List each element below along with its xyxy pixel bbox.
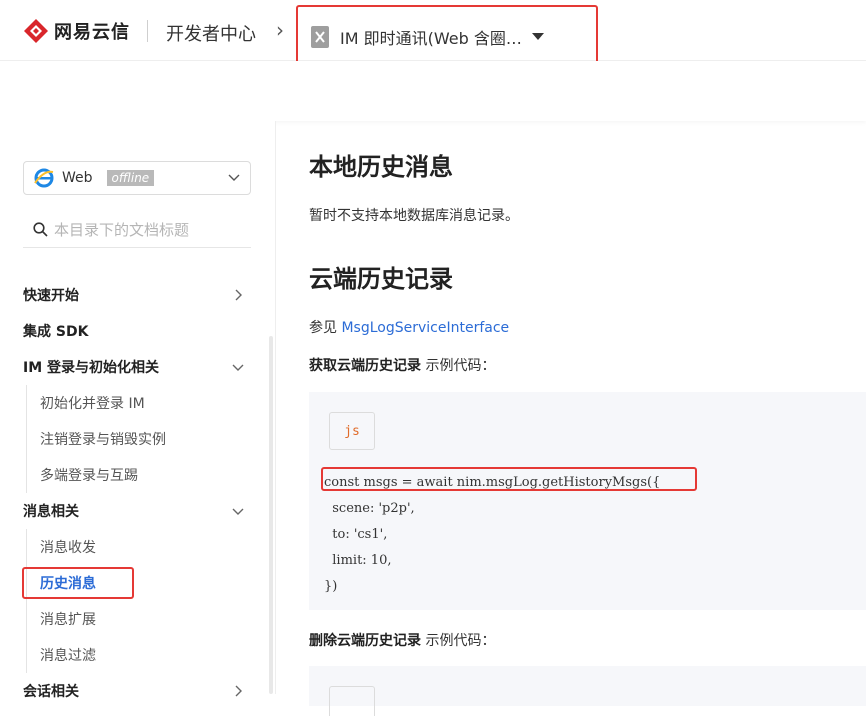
- sidebar-item-label: IM 登录与初始化相关: [23, 360, 160, 376]
- section-heading-cloud-history: 云端历史记录: [309, 265, 453, 293]
- chevron-right-icon: [235, 685, 242, 697]
- chevron-down-icon: [232, 364, 244, 371]
- example-label-get-history: 获取云端历史记录 示例代码：: [309, 355, 495, 375]
- sidebar-item-sessions[interactable]: 会话相关: [0, 673, 268, 709]
- code-line: limit: 10,: [324, 553, 392, 568]
- code-block-delete-history: [309, 666, 866, 716]
- brand-name: 网易云信: [54, 22, 130, 43]
- breadcrumb-chevron-icon: ›: [276, 18, 284, 42]
- sidebar-item-messages[interactable]: 消息相关: [0, 493, 268, 529]
- chevron-down-icon: [228, 174, 240, 181]
- sidebar-item-label: 消息过滤: [40, 648, 96, 664]
- sidebar-subitem-init-login[interactable]: 初始化并登录 IM: [0, 385, 268, 421]
- code-language-tab[interactable]: js: [329, 412, 375, 450]
- search-icon: [33, 222, 48, 237]
- sidebar-scrollbar[interactable]: [269, 336, 273, 694]
- chevron-down-icon: [232, 508, 244, 515]
- netease-yunxin-logo-icon: [24, 19, 48, 43]
- sidebar-subitem-send-receive[interactable]: 消息收发: [0, 529, 268, 565]
- sidebar-item-label: 快速开始: [23, 288, 79, 304]
- sidebar-item-label: 消息收发: [40, 540, 96, 556]
- secondary-bar: [0, 61, 866, 121]
- example-label-rest: 示例代码：: [421, 358, 496, 374]
- sidebar-subitem-extension[interactable]: 消息扩展: [0, 601, 268, 637]
- code-line: }): [324, 579, 338, 594]
- sidebar-nav: 快速开始 集成 SDK IM 登录与初始化相关 初始化并登录 IM 注销登录与销…: [0, 277, 268, 709]
- code-line: to: 'cs1',: [324, 527, 388, 542]
- reference-prefix: 参见: [309, 320, 342, 336]
- platform-dropdown[interactable]: Web offline: [23, 161, 251, 195]
- platform-label: Web: [62, 170, 93, 186]
- dev-center-link[interactable]: 开发者中心: [166, 20, 256, 46]
- code-block-get-history: js const msgs = await nim.msgLog.getHist…: [309, 392, 866, 610]
- browser-e-icon: [34, 168, 54, 188]
- active-item-highlight: [22, 567, 134, 599]
- search-input[interactable]: [54, 220, 244, 239]
- header-divider: [147, 20, 148, 42]
- product-dropdown-label: IM 即时通讯(Web 含圈…: [340, 28, 522, 48]
- example-label-bold: 删除云端历史记录: [309, 633, 421, 649]
- top-navbar: 网易云信 开发者中心 › IM 即时通讯(Web 含圈…: [0, 0, 866, 68]
- example-label-bold: 获取云端历史记录: [309, 358, 421, 374]
- code-line-highlight: [321, 467, 697, 491]
- sidebar-subitem-multi-login[interactable]: 多端登录与互踢: [0, 457, 268, 493]
- brand-logo[interactable]: 网易云信: [23, 18, 130, 44]
- code-line: scene: 'p2p',: [324, 501, 415, 516]
- sidebar-item-label: 初始化并登录 IM: [40, 396, 145, 412]
- sidebar-item-label: 多端登录与互踢: [40, 468, 138, 484]
- offline-badge: offline: [106, 170, 155, 186]
- chevron-right-icon: [235, 289, 242, 301]
- msglog-interface-link[interactable]: MsgLogServiceInterface: [341, 320, 509, 336]
- sidebar-item-integrate-sdk[interactable]: 集成 SDK: [0, 313, 268, 349]
- doc-search: [23, 212, 251, 248]
- sidebar-subitem-logout-destroy[interactable]: 注销登录与销毁实例: [0, 421, 268, 457]
- section-heading-local-history: 本地历史消息: [309, 153, 453, 181]
- sidebar-subitem-filter[interactable]: 消息过滤: [0, 637, 268, 673]
- product-dropdown[interactable]: IM 即时通讯(Web 含圈…: [296, 5, 598, 68]
- doc-sidebar: Web offline 快速开始 集成 SDK IM 登录与初始化相关 初始化并…: [0, 121, 276, 700]
- sidebar-item-label: 消息相关: [23, 504, 79, 520]
- doc-content: 本地历史消息 暂时不支持本地数据库消息记录。 云端历史记录 参见 MsgLogS…: [309, 121, 866, 716]
- paragraph-local-history: 暂时不支持本地数据库消息记录。: [309, 208, 519, 224]
- im-product-icon: [311, 25, 329, 48]
- sidebar-item-label: 集成 SDK: [23, 324, 89, 340]
- sidebar-item-login-init[interactable]: IM 登录与初始化相关: [0, 349, 268, 385]
- caret-down-icon: [531, 33, 544, 40]
- sidebar-item-label: 注销登录与销毁实例: [40, 432, 166, 448]
- reference-line: 参见 MsgLogServiceInterface: [309, 317, 509, 337]
- code-language-tab[interactable]: [329, 686, 375, 716]
- example-label-delete-history: 删除云端历史记录 示例代码：: [309, 630, 495, 650]
- example-label-rest: 示例代码：: [421, 633, 496, 649]
- sidebar-item-quick-start[interactable]: 快速开始: [0, 277, 268, 313]
- sidebar-item-label: 消息扩展: [40, 612, 96, 628]
- sidebar-item-label: 会话相关: [23, 684, 79, 700]
